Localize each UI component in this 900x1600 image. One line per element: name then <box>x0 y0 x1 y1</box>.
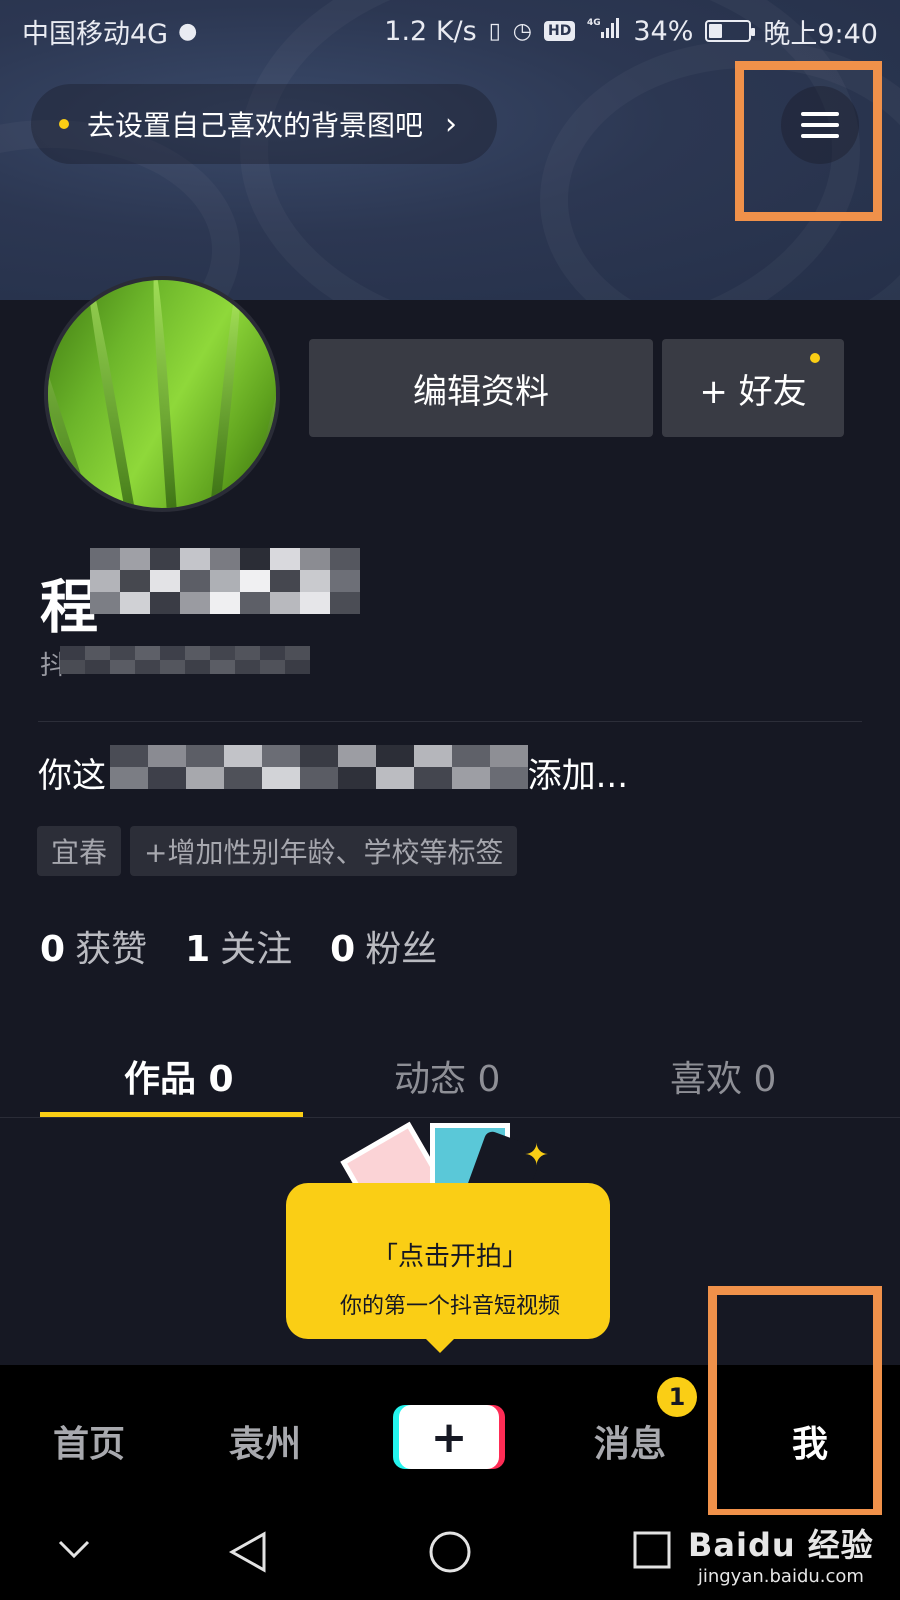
likes-label: 获赞 <box>75 929 148 970</box>
start-shooting-title: 「点击开拍」 <box>371 1242 528 1272</box>
pixelated-nickname <box>90 548 360 614</box>
add-friend-label: + 好友 <box>699 371 807 412</box>
recents-square-icon[interactable] <box>632 1530 672 1574</box>
content-tabs: 作品 0 动态 0 喜欢 0 <box>0 1030 900 1120</box>
create-video-button[interactable]: + <box>399 1405 499 1469</box>
bio-start: 你这 <box>38 756 106 796</box>
chevron-down-icon[interactable] <box>56 1530 92 1570</box>
location-tag-label: 宜春 <box>51 836 108 869</box>
carrier-label: 中国移动4G <box>22 18 169 50</box>
chevron-right-icon: › <box>445 106 458 142</box>
home-circle-icon[interactable] <box>428 1530 472 1578</box>
tab-likes[interactable]: 喜欢 0 <box>670 1050 776 1102</box>
net-speed: 1.2 K/s <box>384 15 477 47</box>
highlight-box-me <box>708 1286 882 1518</box>
profile-divider <box>38 721 862 722</box>
following-count: 1 <box>185 929 211 970</box>
network-type-label: 4G <box>587 18 601 28</box>
status-bar: 中国移动4G ● 1.2 K/s ▯ ◷ HD 4G 34% 晚上9:40 <box>0 0 900 62</box>
vibrate-icon: ▯ <box>488 18 501 44</box>
plus-icon: + <box>430 1411 468 1463</box>
battery-percent: 34% <box>633 15 694 47</box>
following-label: 关注 <box>220 929 293 970</box>
bio-end: 添加... <box>527 756 629 796</box>
new-indicator-dot <box>59 119 69 129</box>
hd-icon: HD <box>544 21 576 41</box>
notification-icon: ● <box>178 18 198 44</box>
nav-city[interactable]: 袁州 <box>229 1415 301 1467</box>
alarm-icon: ◷ <box>512 18 532 44</box>
likes-count: 0 <box>40 929 66 970</box>
tab-works[interactable]: 作品 0 <box>124 1050 234 1102</box>
add-friend-button[interactable]: + 好友 <box>662 339 844 437</box>
profile-stats: 0 获赞 1 关注 0 粉丝 <box>40 920 437 972</box>
baidu-jingyan-watermark: Baidu 经验 jingyan.baidu.com <box>688 1526 874 1587</box>
clock: 晚上9:40 <box>763 18 878 50</box>
edit-profile-label: 编辑资料 <box>413 371 549 412</box>
likes-stat[interactable]: 0 获赞 <box>40 920 147 972</box>
signal-icon: 4G <box>587 16 621 46</box>
nav-home[interactable]: 首页 <box>53 1415 125 1467</box>
back-triangle-icon[interactable] <box>228 1530 268 1578</box>
new-indicator-dot <box>810 353 820 363</box>
followers-count: 0 <box>330 929 356 970</box>
followers-stat[interactable]: 0 粉丝 <box>330 920 437 972</box>
nav-messages[interactable]: 消息 <box>594 1415 666 1467</box>
edit-profile-button[interactable]: 编辑资料 <box>309 339 653 437</box>
message-badge: 1 <box>657 1377 697 1417</box>
sparkle-icon: ✦ <box>524 1138 550 1173</box>
set-background-label: 去设置自己喜欢的背景图吧 <box>87 109 424 142</box>
highlight-box-menu <box>735 61 882 221</box>
battery-icon <box>705 20 756 42</box>
pixelated-bio <box>110 745 528 789</box>
set-background-prompt[interactable]: 去设置自己喜欢的背景图吧 › <box>31 84 497 164</box>
pixelated-douyin-id <box>60 646 310 674</box>
add-tags-label: +增加性别年龄、学校等标签 <box>144 836 504 869</box>
add-tags-button[interactable]: +增加性别年龄、学校等标签 <box>130 826 518 876</box>
location-tag[interactable]: 宜春 <box>37 826 122 876</box>
avatar[interactable] <box>44 276 280 512</box>
tab-moments[interactable]: 动态 0 <box>394 1050 500 1102</box>
followers-label: 粉丝 <box>365 929 438 970</box>
following-stat[interactable]: 1 关注 <box>185 920 292 972</box>
